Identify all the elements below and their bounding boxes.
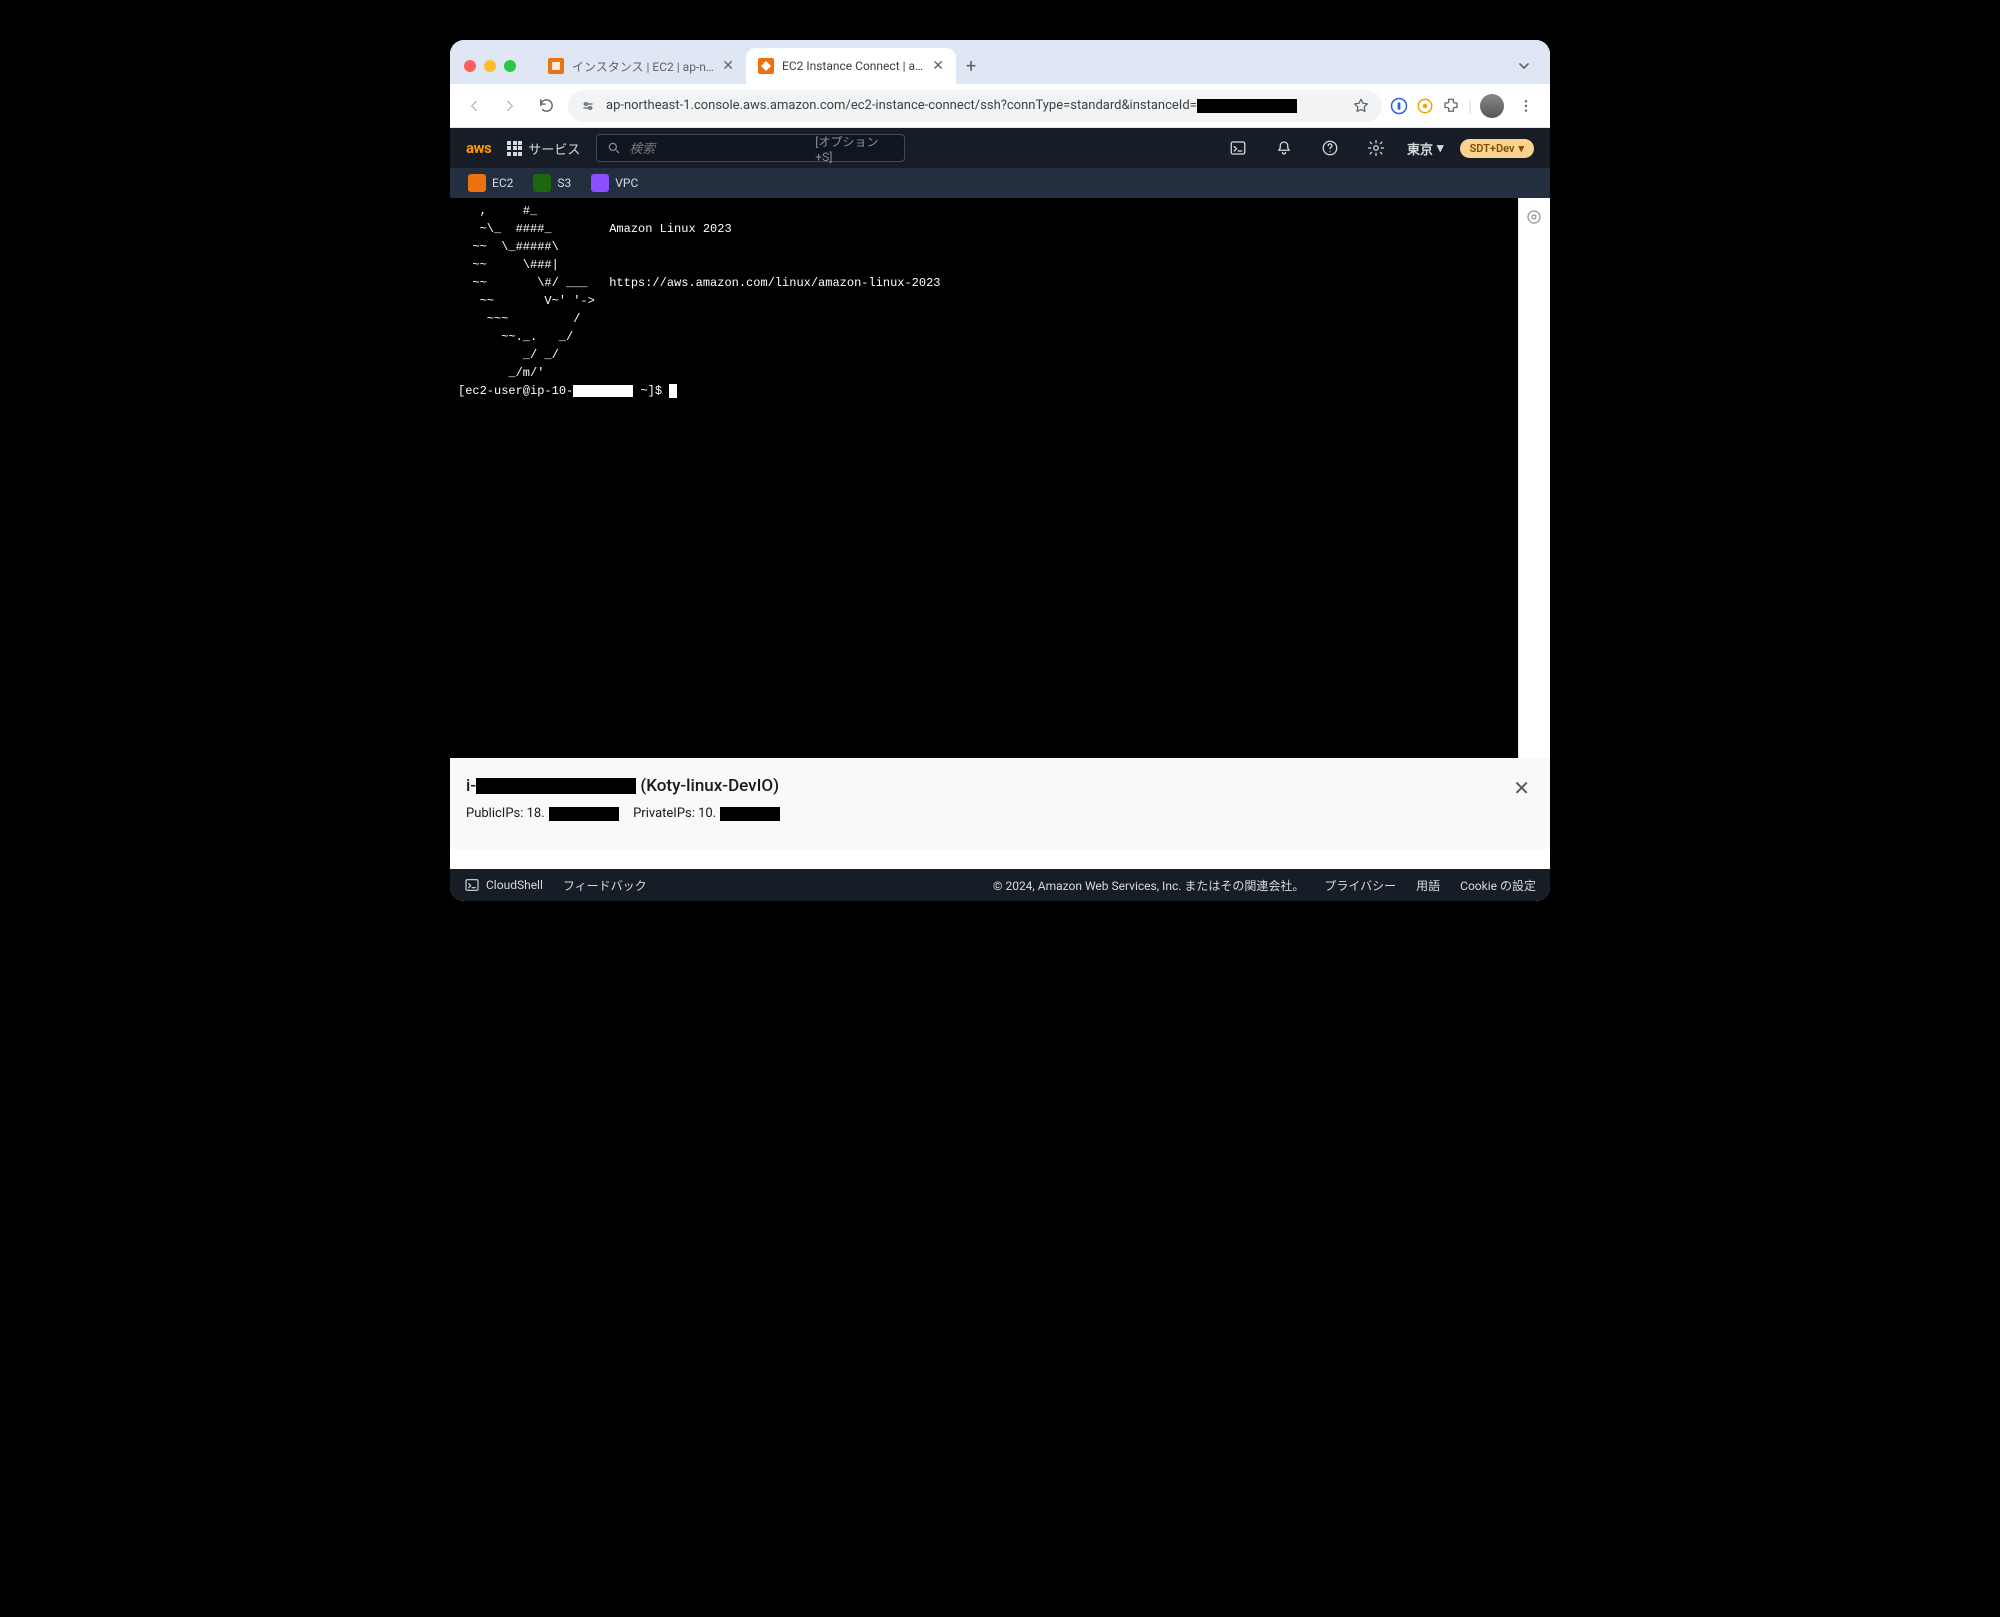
extension-1password-icon[interactable] <box>1390 97 1408 115</box>
reload-button[interactable] <box>532 92 560 120</box>
terminal-container: , #_ ~\_ ####_ Amazon Linux 2023 ~~ \_##… <box>450 198 1550 758</box>
region-selector[interactable]: 東京 ▾ <box>1407 139 1444 158</box>
help-icon[interactable] <box>1315 133 1345 163</box>
redacted-instance-id <box>1197 99 1297 113</box>
tabs-overflow-button[interactable] <box>1516 58 1532 74</box>
terminal-rail <box>1518 198 1550 758</box>
url-field[interactable]: ap-northeast-1.console.aws.amazon.com/ec… <box>568 90 1382 122</box>
motd-ascii: , #_ ~\_ ####_ Amazon Linux 2023 ~~ \_##… <box>458 204 940 380</box>
address-bar: ap-northeast-1.console.aws.amazon.com/ec… <box>450 84 1550 128</box>
chevron-down-icon: ▾ <box>1437 141 1444 156</box>
aws-favorites-bar: EC2 S3 VPC <box>450 168 1550 198</box>
cursor <box>669 384 677 398</box>
privacy-link[interactable]: プライバシー <box>1324 877 1396 894</box>
aws-search-field[interactable]: [オプション+S] <box>596 134 904 162</box>
shortcut-label: VPC <box>615 176 638 190</box>
terms-link[interactable]: 用語 <box>1416 877 1440 894</box>
vpc-icon <box>591 174 609 192</box>
ec2-icon <box>468 174 486 192</box>
shortcut-label: S3 <box>557 176 571 190</box>
ec2-favicon-icon <box>548 58 564 74</box>
aws-logo[interactable]: aws <box>466 139 491 157</box>
window-controls <box>464 60 516 72</box>
search-icon <box>607 141 621 155</box>
tab-title: EC2 Instance Connect | ap-no <box>782 59 924 73</box>
preferences-gear-icon[interactable] <box>1525 208 1545 228</box>
services-menu-button[interactable]: サービス <box>507 139 580 158</box>
region-label: 東京 <box>1407 139 1433 158</box>
feedback-link[interactable]: フィードバック <box>563 877 647 894</box>
shortcut-ec2[interactable]: EC2 <box>460 174 521 192</box>
copyright-text: © 2024, Amazon Web Services, Inc. またはその関… <box>993 877 1304 894</box>
notifications-icon[interactable] <box>1269 133 1299 163</box>
url-text: ap-northeast-1.console.aws.amazon.com/ec… <box>606 98 1342 113</box>
redacted-private-ip <box>720 807 780 821</box>
badge-label: SDT+Dev <box>1470 142 1515 155</box>
private-ip-label: PrivateIPs: 10. <box>633 806 716 821</box>
close-tab-icon[interactable]: ✕ <box>932 58 944 74</box>
footer-cloudshell-button[interactable]: CloudShell <box>464 877 543 893</box>
instance-title: i- (Koty-linux-DevIO) <box>466 776 1534 796</box>
ec2-favicon-icon <box>758 58 774 74</box>
redacted-instance-id <box>476 778 636 794</box>
settings-gear-icon[interactable] <box>1361 133 1391 163</box>
cookie-settings-link[interactable]: Cookie の設定 <box>1460 877 1536 894</box>
cloudshell-icon[interactable] <box>1223 133 1253 163</box>
maximize-window-button[interactable] <box>504 60 516 72</box>
redacted-public-ip <box>549 807 619 821</box>
instance-ips-row: PublicIPs: 18. PrivateIPs: 10. <box>466 806 1534 821</box>
close-tab-icon[interactable]: ✕ <box>722 58 734 74</box>
browser-menu-button[interactable] <box>1512 92 1540 120</box>
shortcut-vpc[interactable]: VPC <box>583 174 646 192</box>
shortcut-s3[interactable]: S3 <box>525 174 579 192</box>
extension-icon[interactable] <box>1416 97 1434 115</box>
bookmark-star-icon[interactable] <box>1352 97 1370 115</box>
chevron-down-icon: ▾ <box>1518 142 1524 155</box>
instance-info-panel: i- (Koty-linux-DevIO) PublicIPs: 18. Pri… <box>450 758 1550 849</box>
close-panel-button[interactable]: ✕ <box>1513 776 1530 800</box>
shortcut-label: EC2 <box>492 176 513 190</box>
extensions-button-icon[interactable] <box>1442 97 1460 115</box>
new-tab-button[interactable]: + <box>956 56 986 77</box>
redacted-ip <box>573 385 633 397</box>
s3-icon <box>533 174 551 192</box>
minimize-window-button[interactable] <box>484 60 496 72</box>
spacer <box>450 849 1550 869</box>
shell-prompt: [ec2-user@ip-10- ~]$ <box>458 384 677 398</box>
forward-button[interactable] <box>496 92 524 120</box>
profile-avatar[interactable] <box>1480 94 1504 118</box>
back-button[interactable] <box>460 92 488 120</box>
aws-footer: CloudShell フィードバック © 2024, Amazon Web Se… <box>450 869 1550 901</box>
public-ip-label: PublicIPs: 18. <box>466 806 545 821</box>
grid-icon <box>507 141 522 156</box>
tab-title: インスタンス | EC2 | ap-northe <box>572 58 714 75</box>
site-settings-icon[interactable] <box>580 98 596 114</box>
search-shortcut-hint: [オプション+S] <box>815 133 893 164</box>
aws-top-nav: aws サービス [オプション+S] 東京 ▾ S <box>450 128 1550 168</box>
tab-bar: インスタンス | EC2 | ap-northe ✕ EC2 Instance … <box>450 40 1550 84</box>
account-badge[interactable]: SDT+Dev ▾ <box>1460 139 1534 158</box>
tab-ec2-instances[interactable]: インスタンス | EC2 | ap-northe ✕ <box>536 48 746 84</box>
services-label: サービス <box>528 139 580 158</box>
tab-instance-connect[interactable]: EC2 Instance Connect | ap-no ✕ <box>746 48 956 84</box>
terminal[interactable]: , #_ ~\_ ####_ Amazon Linux 2023 ~~ \_##… <box>450 198 1518 758</box>
browser-window: インスタンス | EC2 | ap-northe ✕ EC2 Instance … <box>450 40 1550 901</box>
search-input[interactable] <box>629 141 807 156</box>
close-window-button[interactable] <box>464 60 476 72</box>
cloudshell-label: CloudShell <box>486 878 543 892</box>
